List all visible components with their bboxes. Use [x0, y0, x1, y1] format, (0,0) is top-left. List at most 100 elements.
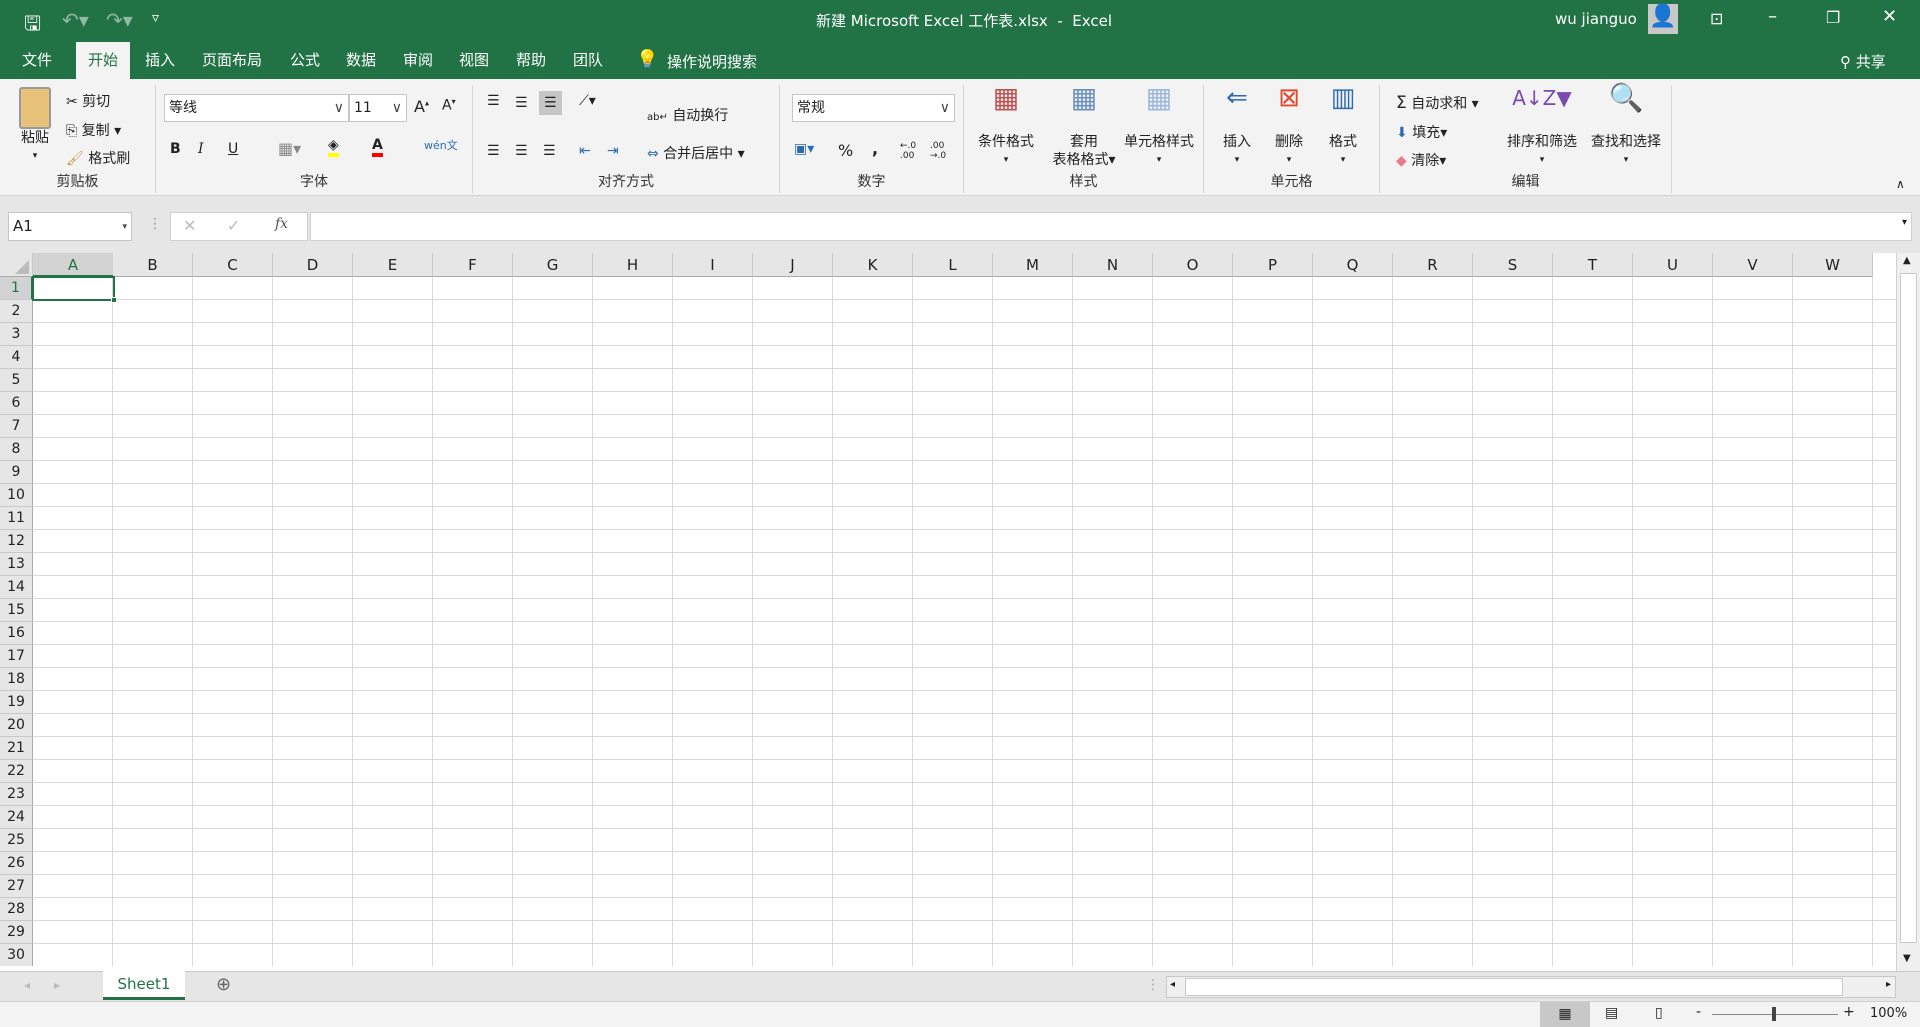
row-header[interactable]: 10 [0, 484, 33, 507]
column-header[interactable]: C [193, 253, 273, 277]
row-header[interactable]: 12 [0, 530, 33, 553]
tab-insert[interactable]: 插入 [133, 42, 187, 79]
hscroll-thumb[interactable] [1185, 978, 1843, 996]
row-header[interactable]: 8 [0, 438, 33, 461]
zoom-slider[interactable] [1712, 1007, 1838, 1021]
row-header[interactable]: 24 [0, 806, 33, 829]
italic-button[interactable]: I [198, 141, 204, 157]
restore-icon[interactable]: ❐ [1826, 8, 1840, 27]
column-header[interactable]: P [1233, 253, 1313, 277]
sort-filter-button[interactable]: A↓Z▼ 排序和筛选 ▾ [1502, 88, 1582, 169]
column-header[interactable]: L [913, 253, 993, 277]
copy-button[interactable]: ⎘ 复制 ▾ [66, 120, 121, 140]
worksheet-grid[interactable]: ABCDEFGHIJKLMNOPQRSTUVW 1 2 3 4 5 6 7 8 9 10 11 12 1… [0, 253, 1896, 966]
column-header[interactable]: F [433, 253, 513, 277]
column-header[interactable]: K [833, 253, 913, 277]
tab-page-layout[interactable]: 页面布局 [190, 42, 274, 79]
column-header[interactable]: H [593, 253, 673, 277]
vertical-scrollbar[interactable]: ▲ ▼ [1896, 253, 1920, 971]
column-header[interactable]: J [753, 253, 833, 277]
decrease-indent-icon[interactable]: ⇤ [579, 143, 591, 159]
scroll-right-icon[interactable]: ▸ [1886, 979, 1891, 990]
merge-center-button[interactable]: ⇔ 合并后居中 ▾ [647, 143, 745, 163]
select-all-button[interactable] [0, 253, 33, 277]
align-right-icon[interactable]: ☰ [543, 143, 556, 159]
column-header[interactable]: D [273, 253, 353, 277]
row-header[interactable]: 6 [0, 392, 33, 415]
clear-button[interactable]: ◆ 清除▾ [1396, 150, 1446, 170]
scroll-up-icon[interactable]: ▲ [1903, 255, 1911, 266]
column-header[interactable]: V [1713, 253, 1793, 277]
decrease-decimal-button[interactable]: .00 →.0 [930, 141, 954, 161]
increase-font-icon[interactable]: A▴ [414, 97, 429, 116]
cut-button[interactable]: ✂ 剪切 [66, 91, 110, 111]
row-header[interactable]: 11 [0, 507, 33, 530]
minimize-icon[interactable]: – [1768, 6, 1777, 27]
share-button[interactable]: ⚲ 共享 [1840, 51, 1886, 72]
row-header[interactable]: 5 [0, 369, 33, 392]
cells-area[interactable] [33, 277, 1896, 966]
row-header[interactable]: 21 [0, 737, 33, 760]
formula-input[interactable]: ▾ [310, 212, 1912, 241]
column-header[interactable]: A [33, 253, 114, 277]
user-name[interactable]: wu jianguo [1555, 10, 1637, 28]
column-header[interactable]: Q [1313, 253, 1393, 277]
tab-team[interactable]: 团队 [561, 42, 615, 79]
row-header[interactable]: 7 [0, 415, 33, 438]
row-header[interactable]: 4 [0, 346, 33, 369]
ribbon-display-icon[interactable]: ⊡ [1710, 9, 1723, 28]
wrap-text-button[interactable]: ab↵ 自动换行 [647, 105, 728, 125]
column-header[interactable]: W [1793, 253, 1873, 277]
row-header[interactable]: 9 [0, 461, 33, 484]
align-center-icon[interactable]: ☰ [515, 143, 528, 159]
comma-button[interactable]: , [872, 139, 878, 158]
column-header[interactable]: U [1633, 253, 1713, 277]
bold-button[interactable]: B [170, 141, 181, 157]
name-box[interactable]: A1 ▾ [8, 212, 132, 241]
active-cell[interactable] [32, 276, 117, 303]
accounting-format-icon[interactable]: ▣▾ [794, 141, 814, 157]
format-as-table-button[interactable]: ▦ 套用 表格格式▾ [1044, 84, 1124, 169]
row-header[interactable]: 28 [0, 898, 33, 921]
column-header[interactable]: I [673, 253, 753, 277]
prev-sheet-icon[interactable]: ◂ [24, 978, 30, 992]
column-header[interactable]: O [1153, 253, 1233, 277]
tab-file[interactable]: 文件 [10, 42, 64, 79]
delete-cells-button[interactable]: ⊠ 删除 ▾ [1264, 85, 1314, 169]
row-header[interactable]: 1 [0, 277, 33, 300]
align-bottom-icon[interactable]: ☰ [539, 91, 562, 115]
check-icon[interactable]: ✓ [227, 216, 240, 235]
fill-color-icon[interactable]: ◈ [328, 137, 339, 157]
column-header[interactable]: N [1073, 253, 1153, 277]
increase-decimal-button[interactable]: ←.0 .00 [900, 141, 924, 161]
normal-view-icon[interactable]: ▦ [1540, 1002, 1590, 1027]
row-header[interactable]: 14 [0, 576, 33, 599]
align-middle-icon[interactable]: ☰ [515, 95, 528, 111]
collapse-ribbon-icon[interactable]: ∧ [1896, 177, 1905, 191]
format-cells-button[interactable]: ▥ 格式 ▾ [1318, 85, 1368, 169]
sheet-tab[interactable]: Sheet1 [103, 971, 185, 1000]
borders-icon[interactable]: ▦▾ [278, 139, 301, 158]
row-header[interactable]: 2 [0, 300, 33, 323]
cancel-icon[interactable]: ✕ [183, 216, 196, 235]
decrease-font-icon[interactable]: A▾ [442, 97, 456, 114]
align-top-icon[interactable]: ☰ [487, 93, 500, 109]
row-header[interactable]: 25 [0, 829, 33, 852]
horizontal-scrollbar[interactable]: ◂ ▸ [1166, 976, 1896, 998]
paste-button[interactable]: 粘贴 ▾ [10, 87, 60, 165]
redo-icon[interactable]: ↷▾ [106, 8, 133, 32]
column-header[interactable]: B [113, 253, 193, 277]
autosum-button[interactable]: Σ 自动求和 ▾ [1396, 93, 1479, 113]
zoom-in-button[interactable]: + [1843, 1004, 1855, 1020]
increase-indent-icon[interactable]: ⇥ [607, 143, 619, 159]
customize-toolbar-icon[interactable]: ▿ [152, 10, 159, 26]
tab-help[interactable]: 帮助 [504, 42, 558, 79]
tell-me-search[interactable]: 操作说明搜索 [667, 51, 757, 72]
row-header[interactable]: 13 [0, 553, 33, 576]
row-header[interactable]: 18 [0, 668, 33, 691]
splitter-icon[interactable]: ⋮ [1146, 977, 1160, 993]
row-header[interactable]: 30 [0, 944, 33, 966]
row-header[interactable]: 20 [0, 714, 33, 737]
save-icon[interactable]: 🖫 [24, 9, 41, 43]
align-left-icon[interactable]: ☰ [487, 143, 500, 159]
